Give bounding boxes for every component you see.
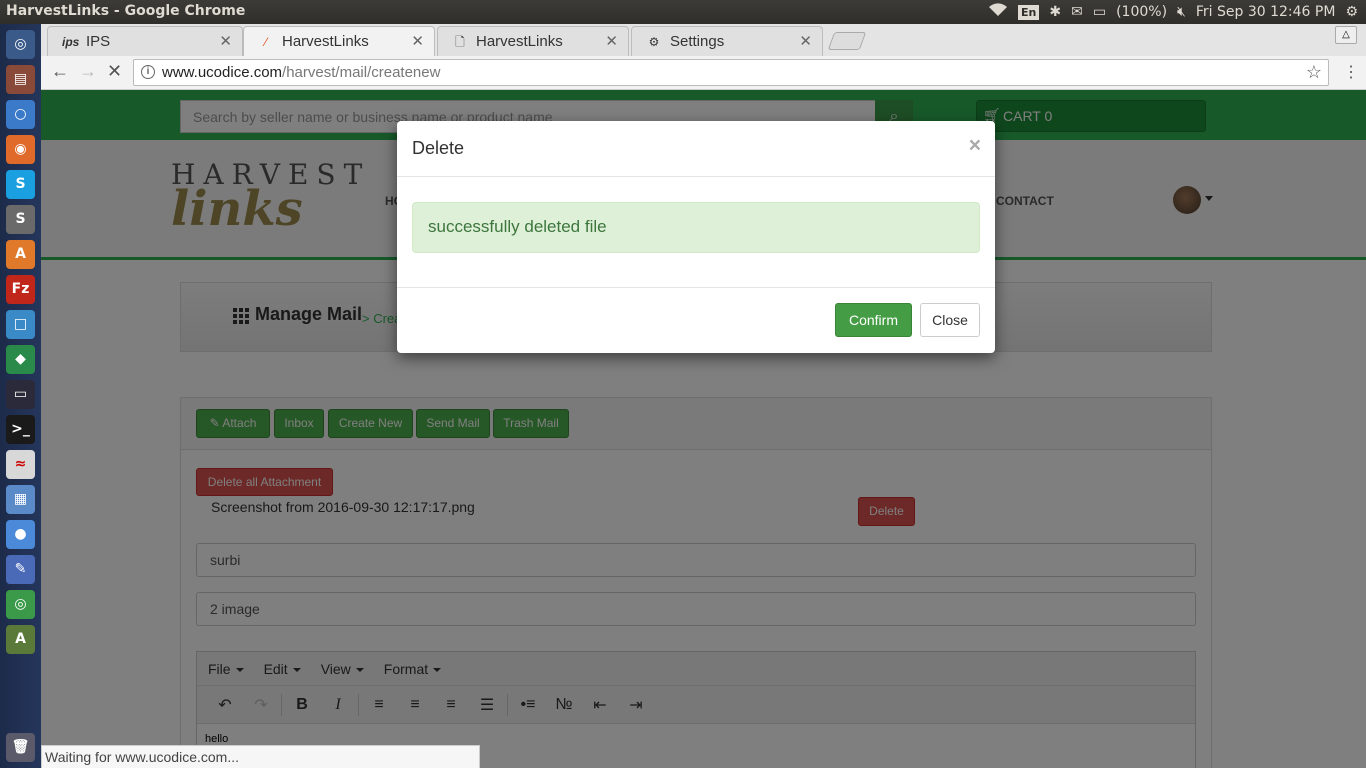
dash-home-icon[interactable]: ◎ <box>6 30 35 59</box>
volume-muted-icon[interactable]: 🔇︎ <box>1177 4 1186 20</box>
close-icon[interactable]: ✕ <box>605 32 618 50</box>
filezilla-icon[interactable]: Fz <box>6 275 35 304</box>
close-icon[interactable]: ✕ <box>411 32 424 50</box>
tab-harvestlinks[interactable]: 🗋︎ HarvestLinks ✕ <box>437 26 629 56</box>
modal-title: Delete <box>412 138 465 158</box>
chrome-icon[interactable]: ◎ <box>6 590 35 619</box>
battery-icon[interactable]: ▭ <box>1093 4 1106 20</box>
firefox-icon[interactable]: ◉ <box>6 135 35 164</box>
menu-kebab-icon[interactable]: ⋮ <box>1343 62 1359 82</box>
files-icon[interactable]: ▤ <box>6 65 35 94</box>
os-top-bar: HarvestLinks - Google Chrome En ✱ ✉ ▭ (1… <box>0 0 1366 24</box>
leaf-icon: ⁄ <box>264 35 267 49</box>
bookmark-star-icon[interactable]: ☆ <box>1306 62 1322 83</box>
url-host: www.ucodice.com <box>162 64 283 81</box>
text-editor-icon[interactable]: ✎ <box>6 555 35 584</box>
stop-icon[interactable]: ✕ <box>107 61 122 82</box>
workspace-switcher-icon[interactable]: ▦ <box>6 485 35 514</box>
chromium-icon[interactable]: ○ <box>6 100 35 129</box>
gear-icon: ⚙ <box>648 35 660 49</box>
tab-label: HarvestLinks <box>282 33 369 50</box>
modal-footer: Confirm Close <box>397 288 995 352</box>
system-monitor-icon[interactable]: ≈ <box>6 450 35 479</box>
system-tray: En ✱ ✉ ▭ (100%) 🔇︎ Fri Sep 30 12:46 PM ⚙ <box>988 3 1358 21</box>
libreoffice-writer-icon[interactable]: □ <box>6 310 35 339</box>
mail-icon[interactable]: ✉ <box>1071 4 1083 20</box>
tab-label: Settings <box>670 33 725 50</box>
close-icon[interactable]: ✕ <box>799 32 812 50</box>
new-tab-button[interactable] <box>827 32 867 50</box>
tab-label: HarvestLinks <box>476 33 563 50</box>
forward-icon[interactable]: → <box>79 61 97 82</box>
keyboard-layout-indicator[interactable]: En <box>1018 4 1040 20</box>
cube-app-icon[interactable]: ◆ <box>6 345 35 374</box>
app-window-icon[interactable]: ▭ <box>6 380 35 409</box>
trash-icon[interactable]: 🗑︎ <box>6 733 35 762</box>
close-icon[interactable]: × <box>969 134 981 158</box>
close-icon[interactable]: ✕ <box>219 32 232 50</box>
address-bar[interactable]: i www.ucodice.com/harvest/mail/createnew… <box>133 59 1329 86</box>
tab-harvestlinks-active[interactable]: ⁄ HarvestLinks ✕ <box>243 26 435 56</box>
url-path: /harvest/mail/createnew <box>282 64 441 81</box>
terminal-icon[interactable]: >_ <box>6 415 35 444</box>
window-title: HarvestLinks - Google Chrome <box>6 3 246 19</box>
skype-icon[interactable]: S <box>6 170 35 199</box>
delete-modal: Delete × successfully deleted file Confi… <box>397 121 995 353</box>
wifi-icon[interactable] <box>988 3 1008 21</box>
tab-ips[interactable]: ips IPS ✕ <box>47 26 243 56</box>
battery-percent: (100%) <box>1116 4 1168 20</box>
confirm-button[interactable]: Confirm <box>835 303 912 337</box>
bluetooth-icon[interactable]: ✱ <box>1049 4 1061 20</box>
screenshot-app-icon[interactable]: ● <box>6 520 35 549</box>
ips-icon: ips <box>62 35 80 49</box>
sublime-text-icon[interactable]: S <box>6 205 35 234</box>
unity-launcher: ◎ ▤ ○ ◉ S S A Fz □ ◆ ▭ >_ ≈ ▦ ● ✎ ◎ A 🗑︎ <box>0 24 41 768</box>
profile-icon[interactable]: △ <box>1335 26 1357 44</box>
gear-icon[interactable]: ⚙ <box>1345 4 1358 20</box>
modal-body: successfully deleted file <box>397 177 995 288</box>
tab-settings[interactable]: ⚙ Settings ✕ <box>631 26 823 56</box>
info-icon[interactable]: i <box>141 65 155 79</box>
browser-status-bar: Waiting for www.ucodice.com... <box>41 745 480 768</box>
updater-icon[interactable]: A <box>6 625 35 654</box>
clock[interactable]: Fri Sep 30 12:46 PM <box>1196 4 1336 20</box>
modal-header: Delete × <box>397 121 995 177</box>
browser-chrome: ips IPS ✕ ⁄ HarvestLinks ✕ 🗋︎ HarvestLin… <box>41 24 1366 90</box>
page-icon: 🗋︎ <box>455 35 465 49</box>
tab-strip: ips IPS ✕ ⁄ HarvestLinks ✕ 🗋︎ HarvestLin… <box>41 24 1366 56</box>
browser-toolbar: ← → ✕ i www.ucodice.com/harvest/mail/cre… <box>41 56 1366 90</box>
success-alert: successfully deleted file <box>412 202 980 253</box>
tab-label: IPS <box>86 33 111 50</box>
back-icon[interactable]: ← <box>51 61 69 82</box>
software-center-icon[interactable]: A <box>6 240 35 269</box>
close-button[interactable]: Close <box>920 303 980 337</box>
